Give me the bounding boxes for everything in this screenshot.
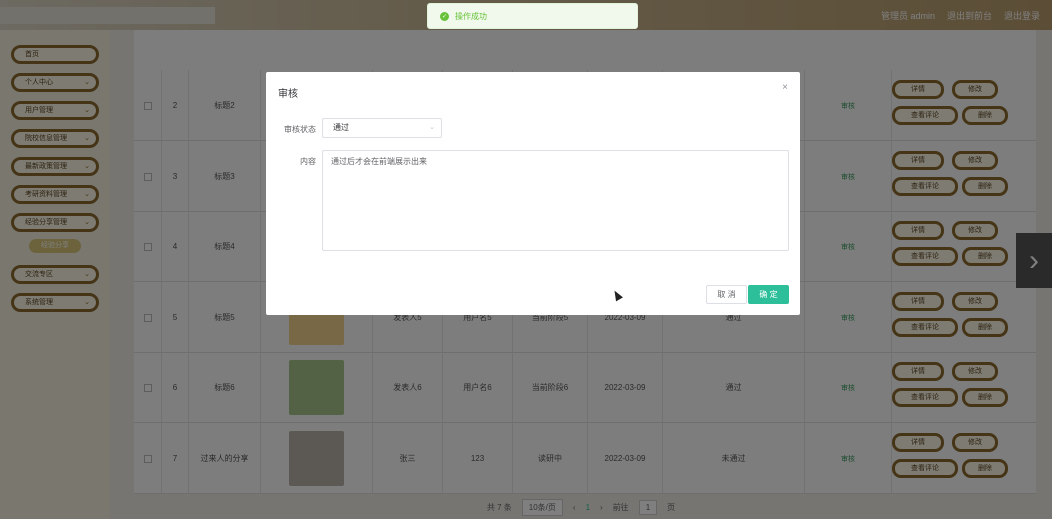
chevron-down-icon: ⌄	[429, 124, 435, 131]
status-select-value: 通过	[333, 123, 349, 132]
status-select[interactable]: 通过 ⌄	[322, 118, 442, 138]
review-dialog: 审核 × 审核状态 通过 ⌄ 内容 通过后才会在前端展示出来 取 消 确 定	[266, 72, 800, 315]
check-circle-icon: ✓	[440, 11, 449, 21]
content-textarea[interactable]: 通过后才会在前端展示出来	[322, 150, 789, 251]
toast-text: 操作成功	[455, 11, 487, 21]
cancel-button[interactable]: 取 消	[706, 285, 747, 304]
status-label: 审核状态	[284, 125, 316, 134]
content-label: 内容	[300, 157, 316, 166]
confirm-button[interactable]: 确 定	[748, 285, 789, 304]
dialog-title: 审核	[278, 89, 298, 100]
close-icon[interactable]: ×	[782, 82, 788, 93]
success-toast: ✓ 操作成功	[427, 3, 638, 29]
